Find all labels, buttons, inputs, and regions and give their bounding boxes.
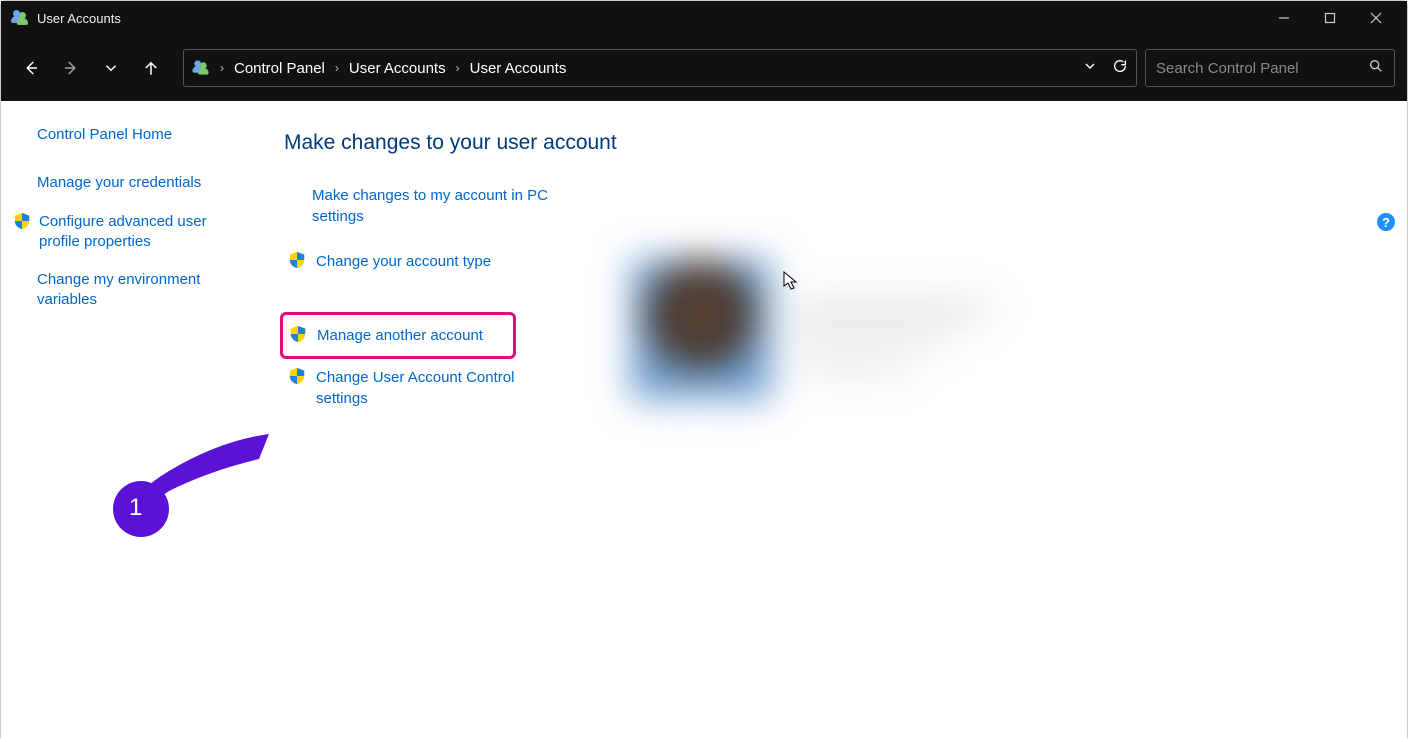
- action-change-account-type[interactable]: Change your account type: [284, 251, 564, 272]
- address-bar[interactable]: › Control Panel › User Accounts › User A…: [183, 49, 1137, 87]
- chevron-right-icon[interactable]: ›: [220, 61, 224, 75]
- search-input[interactable]: [1156, 60, 1368, 77]
- users-icon: [11, 9, 29, 27]
- title-bar: User Accounts: [1, 1, 1407, 35]
- sidebar: Control Panel Home Manage your credentia…: [1, 101, 266, 742]
- action-label: Make changes to my account in PC setting…: [312, 185, 564, 227]
- action-label: Change User Account Control settings: [316, 367, 564, 409]
- back-button[interactable]: [13, 50, 49, 86]
- breadcrumb-control-panel[interactable]: Control Panel: [234, 60, 325, 77]
- shield-icon: [288, 367, 306, 385]
- address-dropdown-button[interactable]: [1082, 58, 1098, 79]
- shield-icon: [13, 212, 31, 230]
- chevron-right-icon[interactable]: ›: [456, 61, 460, 75]
- breadcrumb-user-accounts-leaf[interactable]: User Accounts: [470, 60, 567, 77]
- sidebar-item-env-vars[interactable]: Change my environment variables: [37, 270, 248, 311]
- forward-button[interactable]: [53, 50, 89, 86]
- breadcrumb-user-accounts[interactable]: User Accounts: [349, 60, 446, 77]
- action-label: Manage another account: [317, 325, 483, 346]
- content-area: ? Control Panel Home Manage your credent…: [1, 101, 1407, 742]
- shield-icon: [289, 325, 307, 343]
- navigation-toolbar: › Control Panel › User Accounts › User A…: [1, 35, 1407, 101]
- action-manage-another-account[interactable]: Manage another account: [280, 312, 516, 359]
- maximize-button[interactable]: [1307, 2, 1353, 34]
- shield-icon: [288, 251, 306, 269]
- action-pc-settings[interactable]: Make changes to my account in PC setting…: [284, 185, 564, 227]
- refresh-button[interactable]: [1112, 58, 1128, 79]
- up-button[interactable]: [133, 50, 169, 86]
- close-button[interactable]: [1353, 2, 1399, 34]
- sidebar-item-label: Change my environment variables: [37, 270, 248, 311]
- action-uac-settings[interactable]: Change User Account Control settings: [284, 367, 564, 409]
- sidebar-item-label: Manage your credentials: [37, 173, 201, 193]
- account-info-panel: [621, 251, 1051, 441]
- search-icon[interactable]: [1368, 58, 1384, 79]
- avatar: [631, 259, 771, 399]
- sidebar-item-credentials[interactable]: Manage your credentials: [37, 173, 248, 193]
- users-icon: [192, 59, 209, 76]
- search-box[interactable]: [1145, 49, 1395, 87]
- recent-locations-button[interactable]: [93, 50, 129, 86]
- sidebar-item-label: Configure advanced user profile properti…: [39, 212, 248, 253]
- sidebar-home-link[interactable]: Control Panel Home: [37, 125, 248, 145]
- cursor-icon: [783, 271, 799, 291]
- chevron-right-icon[interactable]: ›: [335, 61, 339, 75]
- page-heading: Make changes to your user account: [284, 131, 1367, 155]
- sidebar-item-advanced-profile[interactable]: Configure advanced user profile properti…: [13, 212, 248, 253]
- minimize-button[interactable]: [1261, 2, 1307, 34]
- window-title: User Accounts: [37, 11, 121, 26]
- action-label: Change your account type: [316, 251, 491, 272]
